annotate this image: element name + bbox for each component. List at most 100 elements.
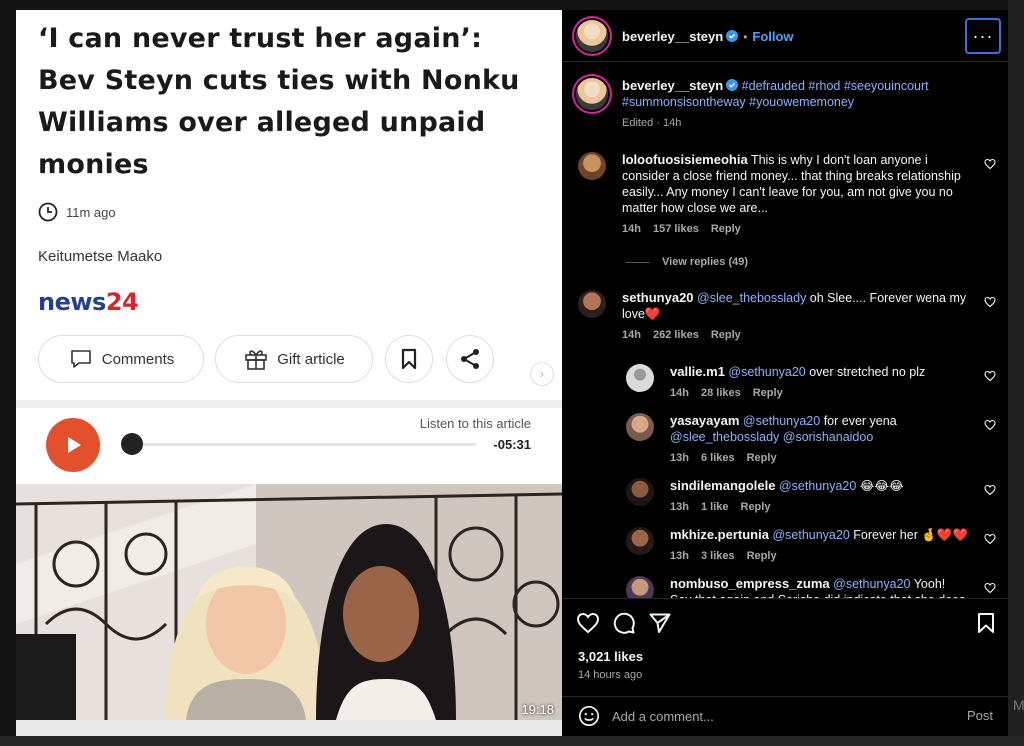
comment-meta: 14h 262 likes Reply	[622, 329, 753, 341]
bookmark-icon	[401, 348, 417, 370]
reply-mention-2[interactable]: @slee_thebosslady @sorishanaidoo	[670, 430, 873, 444]
verified-icon	[726, 30, 739, 42]
comment-avatar[interactable]	[578, 290, 606, 318]
reply-mention[interactable]: @sethunya20	[833, 577, 910, 591]
backdrop-letter: M	[1013, 697, 1024, 713]
emoji-icon[interactable]	[578, 705, 600, 727]
brand-logo-news: news	[38, 288, 106, 316]
reply-username[interactable]: yasayayam	[670, 413, 739, 428]
gift-label: Gift article	[277, 350, 345, 368]
reply-likes[interactable]: 28 likes	[701, 387, 741, 399]
comment-likes[interactable]: 157 likes	[653, 223, 699, 235]
reply-avatar[interactable]	[626, 527, 654, 555]
author-avatar[interactable]	[576, 20, 608, 52]
comment-username[interactable]: sethunya20	[622, 290, 694, 305]
heart-icon[interactable]	[984, 582, 996, 594]
reply-likes[interactable]: 3 likes	[701, 550, 735, 562]
send-icon[interactable]	[648, 611, 672, 635]
comment-mention[interactable]: @slee_thebosslady	[697, 291, 806, 305]
comment-reply[interactable]: Reply	[711, 223, 741, 235]
reply-body: Forever her 🤞❤️❤️	[849, 528, 969, 542]
reply-meta: 14h 28 likes Reply	[670, 387, 795, 399]
gift-icon	[245, 350, 268, 370]
reply-avatar[interactable]	[626, 413, 654, 441]
comments-label: Comments	[101, 350, 175, 368]
heart-icon[interactable]	[984, 370, 996, 382]
reply-body: over stretched no plz	[805, 365, 926, 379]
audio-progress-track[interactable]	[132, 443, 476, 446]
heart-icon[interactable]	[984, 533, 996, 545]
comment-username[interactable]: loloofuosisiemeohia	[622, 152, 748, 167]
comment-likes[interactable]: 262 likes	[653, 329, 699, 341]
reply-reply[interactable]: Reply	[747, 550, 777, 562]
clock-icon	[38, 202, 58, 222]
video-timestamp: 19:18	[521, 702, 554, 717]
time-ago: 11m ago	[66, 204, 116, 220]
reply-likes[interactable]: 6 likes	[701, 452, 735, 464]
reply-avatar[interactable]	[626, 478, 654, 506]
reply-reply[interactable]: Reply	[753, 387, 783, 399]
reply-avatar[interactable]	[626, 364, 654, 392]
reply-age: 13h	[670, 550, 689, 562]
reply-age: 13h	[670, 452, 689, 464]
follow-button[interactable]: Follow	[752, 29, 793, 44]
comment-icon[interactable]	[612, 611, 636, 635]
reply-mention[interactable]: @sethunya20	[743, 414, 820, 428]
play-icon	[68, 437, 81, 453]
save-icon[interactable]	[974, 611, 998, 635]
reply-meta: 13h 3 likes Reply	[670, 550, 789, 562]
comment-avatar[interactable]	[578, 152, 606, 180]
reply-username[interactable]: vallie.m1	[670, 364, 725, 379]
caption-avatar[interactable]	[576, 78, 608, 110]
reply-mention[interactable]: @sethunya20	[728, 365, 805, 379]
video-progress-bar[interactable]	[16, 720, 562, 736]
heart-icon[interactable]	[984, 419, 996, 431]
listen-label: Listen to this article	[419, 416, 531, 431]
article-author: Keitumetse Maako	[38, 248, 163, 265]
verified-icon	[726, 79, 739, 91]
reply-reply[interactable]: Reply	[741, 501, 771, 513]
add-comment-bar: Post	[562, 696, 1008, 736]
like-count[interactable]: 3,021 likes	[578, 649, 643, 664]
article-photo: 19:18	[16, 484, 562, 720]
post-comment-button[interactable]: Post	[967, 708, 993, 723]
comment-input[interactable]	[612, 703, 942, 729]
reply-reply[interactable]: Reply	[747, 452, 777, 464]
author-username[interactable]: beverley__steyn	[622, 29, 723, 44]
post-actions: 3,021 likes 14 hours ago	[562, 598, 1008, 708]
reply-avatar[interactable]	[626, 576, 654, 598]
bookmark-button[interactable]	[385, 335, 433, 383]
reply-username[interactable]: nombuso_empress_zuma	[670, 576, 830, 591]
heart-icon[interactable]	[984, 484, 996, 496]
heart-icon[interactable]	[984, 296, 996, 308]
header-userline: beverley__steyn • Follow	[622, 28, 794, 46]
heart-icon[interactable]	[576, 611, 600, 635]
instagram-panel: beverley__steyn • Follow ··· beverley__ste…	[562, 10, 1008, 736]
view-replies-line	[626, 261, 650, 263]
article-meta: 11m ago	[38, 202, 116, 222]
comment-reply[interactable]: Reply	[711, 329, 741, 341]
heart-icon[interactable]	[984, 158, 996, 170]
view-replies-button[interactable]: View replies (49)	[626, 256, 748, 268]
share-button[interactable]	[446, 335, 494, 383]
backdrop-bottom	[0, 736, 1024, 746]
reply-mention[interactable]: @sethunya20	[772, 528, 849, 542]
scroll-next-button[interactable]: ›	[530, 362, 554, 386]
brand-logo-number: 24	[105, 288, 139, 316]
post-header: beverley__steyn • Follow ···	[562, 10, 1008, 62]
gift-article-button[interactable]: Gift article	[215, 335, 373, 383]
comment-age: 14h	[622, 329, 641, 341]
reply-likes[interactable]: 1 like	[701, 501, 729, 513]
reply-text: sindilemangolele @sethunya20 😂😂😂	[670, 478, 970, 494]
more-options-button[interactable]: ···	[965, 18, 1001, 54]
caption-username[interactable]: beverley__steyn	[622, 78, 723, 93]
comments-button[interactable]: Comments	[38, 335, 204, 383]
audio-progress-thumb[interactable]	[121, 433, 143, 455]
reply-username[interactable]: sindilemangolele	[670, 478, 775, 493]
reply-mention[interactable]: @sethunya20	[779, 479, 856, 493]
comment-text: loloofuosisiemeohia This is why I don't …	[622, 152, 972, 216]
reply-username[interactable]: mkhize.pertunia	[670, 527, 769, 542]
play-button[interactable]	[46, 418, 100, 472]
post-image: ‘I can never trust her again’: Bev Steyn…	[16, 10, 562, 736]
share-icon	[461, 349, 479, 369]
